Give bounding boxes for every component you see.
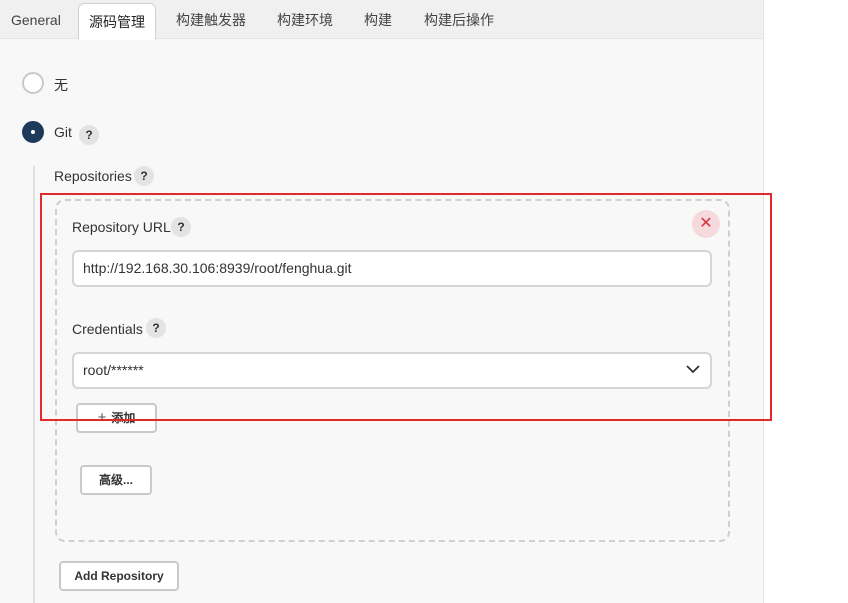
git-help-icon[interactable]: ? xyxy=(79,125,99,145)
radio-git[interactable] xyxy=(22,121,44,143)
tab-general[interactable]: General xyxy=(11,0,61,38)
tab-build[interactable]: 构建 xyxy=(364,0,392,38)
repository-url-help-icon[interactable]: ? xyxy=(171,217,191,237)
tab-source-code-management[interactable]: 源码管理 xyxy=(78,3,156,40)
tab-bar: General 源码管理 构建触发器 构建环境 构建 构建后操作 xyxy=(0,0,763,40)
advanced-button[interactable]: 高级... xyxy=(80,465,152,495)
radio-none[interactable] xyxy=(22,72,44,94)
tab-post-build-actions[interactable]: 构建后操作 xyxy=(424,0,494,38)
config-panel: General 源码管理 构建触发器 构建环境 构建 构建后操作 无 Git ?… xyxy=(0,0,764,603)
tab-build-environment[interactable]: 构建环境 xyxy=(277,0,333,38)
add-repository-button[interactable]: Add Repository xyxy=(59,561,179,591)
radio-git-label: Git xyxy=(54,124,72,140)
repositories-help-icon[interactable]: ? xyxy=(134,166,154,186)
add-credentials-button[interactable]: + 添加 xyxy=(76,403,157,433)
credentials-help-icon[interactable]: ? xyxy=(146,318,166,338)
credentials-selected-value: root/****** xyxy=(83,362,144,378)
radio-none-label: 无 xyxy=(54,77,68,93)
credentials-label: Credentials xyxy=(72,321,143,337)
repository-url-input[interactable]: http://192.168.30.106:8939/root/fenghua.… xyxy=(72,250,712,287)
credentials-select[interactable]: root/****** xyxy=(72,352,712,389)
tab-build-triggers[interactable]: 构建触发器 xyxy=(176,0,246,38)
repositories-label: Repositories xyxy=(54,168,132,184)
chevron-down-icon xyxy=(686,365,700,374)
section-indent-line xyxy=(33,166,35,603)
plus-icon: + xyxy=(97,409,107,426)
delete-repository-close-icon[interactable]: ✕ xyxy=(692,210,720,238)
repository-url-label: Repository URL xyxy=(72,219,171,235)
add-credentials-label: 添加 xyxy=(111,411,136,425)
